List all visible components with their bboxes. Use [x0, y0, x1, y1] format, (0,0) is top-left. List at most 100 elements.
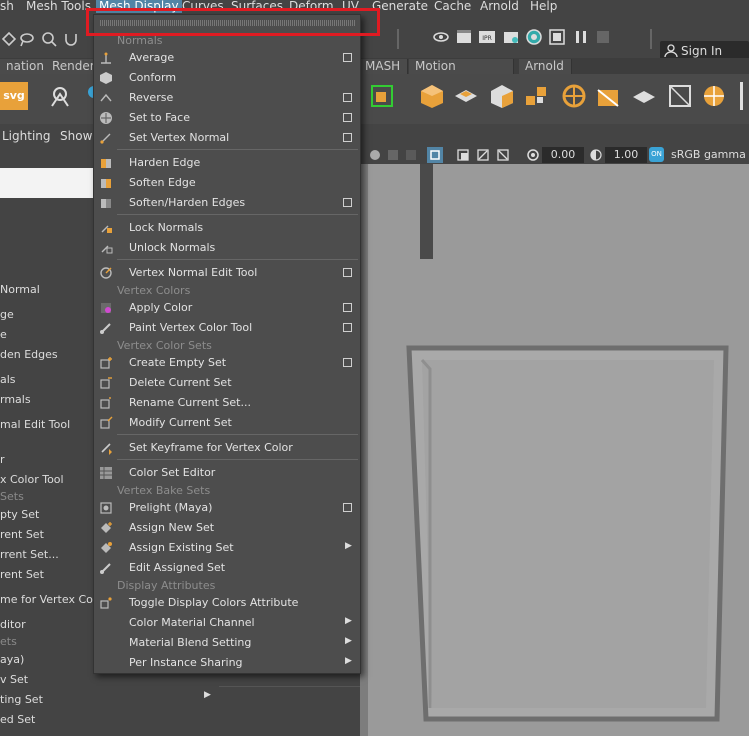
menu-item-harden-edge[interactable]: Harden Edge [94, 153, 360, 173]
list-item[interactable]: ditor [0, 618, 26, 631]
list-item[interactable]: als [0, 373, 16, 386]
panel-menu-show[interactable]: Show [60, 129, 92, 143]
menu-item-modify-current-set[interactable]: Modify Current Set [94, 413, 360, 433]
menu-mesh[interactable]: sh [0, 0, 14, 13]
search-field[interactable] [0, 168, 93, 198]
colorspace-dropdown[interactable]: sRGB gamma [671, 148, 746, 161]
menu-item-color-set-editor[interactable]: Color Set Editor [94, 463, 360, 483]
menu-item-material-blend-setting[interactable]: Material Blend Setting ▶ [94, 633, 360, 653]
sphere-grid-icon[interactable] [700, 82, 728, 110]
menu-item-soften-harden-edges[interactable]: Soften/Harden Edges [94, 193, 360, 213]
list-item[interactable]: ed Set [0, 713, 35, 726]
shelf-tab-mash[interactable]: MASH [359, 59, 408, 74]
menu-arnold[interactable]: Arnold [480, 0, 519, 13]
exposure-field[interactable]: 0.00 [542, 147, 584, 163]
menu-help[interactable]: Help [530, 0, 557, 13]
clapper-icon[interactable] [455, 28, 473, 46]
menu-cache[interactable]: Cache [434, 0, 471, 13]
option-box[interactable] [343, 323, 352, 332]
ipr-toggle-icon[interactable] [594, 28, 612, 46]
joint-icon[interactable] [46, 82, 74, 110]
wireframe-icon[interactable] [386, 148, 400, 162]
menu-mesh-tools[interactable]: Mesh Tools [26, 0, 91, 13]
list-item[interactable]: rent Set [0, 568, 44, 581]
list-item[interactable]: den Edges [0, 348, 58, 361]
xray-icon[interactable] [456, 148, 470, 162]
bounding-box-icon[interactable] [666, 82, 694, 110]
list-item[interactable]: ge [0, 308, 14, 321]
box-icon[interactable] [488, 82, 516, 110]
list-item[interactable]: Normal [0, 283, 40, 296]
isolate-select-icon[interactable] [426, 146, 444, 164]
menu-item-prelight-maya[interactable]: Prelight (Maya) [94, 498, 360, 518]
menu-item-color-material-channel[interactable]: Color Material Channel ▶ [94, 613, 360, 633]
scatter-cubes-icon[interactable] [522, 82, 550, 110]
hypershade-icon[interactable] [525, 28, 543, 46]
menu-item-lock-normals[interactable]: Lock Normals [94, 218, 360, 238]
menu-item-set-vertex-normal[interactable]: Set Vertex Normal [94, 128, 360, 148]
menu-item-rename-current-set[interactable]: Rename Current Set... [94, 393, 360, 413]
list-item[interactable]: x Color Tool [0, 473, 64, 486]
menu-item-reverse[interactable]: Reverse [94, 88, 360, 108]
panel-menu-lighting[interactable]: Lighting [2, 129, 51, 143]
list-item[interactable]: rrent Set... [0, 548, 59, 561]
menu-item-create-empty-set[interactable]: Create Empty Set [94, 353, 360, 373]
menu-item-per-instance-sharing[interactable]: Per Instance Sharing ▶ [94, 653, 360, 673]
menu-item-assign-new-set[interactable]: Assign New Set [94, 518, 360, 538]
tiles-icon[interactable] [452, 82, 480, 110]
mash-network-icon[interactable] [368, 82, 396, 110]
exposure-icon[interactable] [526, 148, 540, 162]
list-item[interactable]: pty Set [0, 508, 39, 521]
menu-item-assign-existing-set[interactable]: Assign Existing Set ▶ [94, 538, 360, 558]
ipr-render-icon[interactable]: IPR [478, 28, 496, 46]
shading-icon[interactable] [368, 148, 382, 162]
option-box[interactable] [343, 358, 352, 367]
option-box[interactable] [343, 198, 352, 207]
select-mode-icon[interactable] [0, 30, 18, 48]
option-box[interactable] [343, 268, 352, 277]
menu-item-average[interactable]: Average [94, 48, 360, 68]
list-item[interactable]: me for Vertex Color [0, 593, 107, 606]
textured-icon[interactable] [404, 148, 418, 162]
menu-item-unlock-normals[interactable]: Unlock Normals [94, 238, 360, 258]
magnet-icon[interactable] [62, 30, 80, 48]
gamma-icon[interactable] [589, 148, 603, 162]
viewport[interactable] [360, 164, 749, 736]
option-box[interactable] [343, 303, 352, 312]
option-box[interactable] [343, 503, 352, 512]
menu-item-soften-edge[interactable]: Soften Edge [94, 173, 360, 193]
radial-icon[interactable] [560, 82, 588, 110]
xray-components-icon[interactable] [496, 148, 510, 162]
svg-shelf-button[interactable]: svg [0, 82, 28, 110]
flat-tiles-icon[interactable] [630, 82, 658, 110]
list-item[interactable]: v Set [0, 673, 28, 686]
shelf-scroll-handle[interactable] [740, 82, 743, 110]
color-management-toggle[interactable]: ON [649, 147, 664, 162]
list-item[interactable]: ting Set [0, 693, 43, 706]
menu-item-edit-assigned-set[interactable]: Edit Assigned Set [94, 558, 360, 578]
menu-item-toggle-display-colors[interactable]: Toggle Display Colors Attribute [94, 593, 360, 613]
menu-item-set-keyframe-vertex-color[interactable]: Set Keyframe for Vertex Color [94, 438, 360, 458]
menu-item-vertex-normal-edit-tool[interactable]: Vertex Normal Edit Tool [94, 263, 360, 283]
render-view-icon[interactable] [548, 28, 566, 46]
list-item[interactable]: r [0, 453, 5, 466]
menu-item-paint-vertex-color-tool[interactable]: Paint Vertex Color Tool [94, 318, 360, 338]
option-box[interactable] [343, 53, 352, 62]
lasso-icon[interactable] [18, 30, 36, 48]
eye-icon[interactable] [432, 28, 450, 46]
menu-item-delete-current-set[interactable]: Delete Current Set [94, 373, 360, 393]
list-item[interactable]: rmals [0, 393, 31, 406]
menu-generate[interactable]: Generate [372, 0, 428, 13]
pause-icon[interactable] [572, 28, 590, 46]
cube-icon[interactable] [418, 82, 446, 110]
list-item[interactable]: e [0, 328, 7, 341]
option-box[interactable] [343, 93, 352, 102]
shelf-tab-motion-graphics[interactable]: Motion Graphics [409, 59, 514, 88]
menu-item-set-to-face[interactable]: Set to Face [94, 108, 360, 128]
option-box[interactable] [343, 133, 352, 142]
gamma-field[interactable]: 1.00 [605, 147, 647, 163]
plane-icon[interactable] [594, 82, 622, 110]
paint-select-icon[interactable] [40, 30, 58, 48]
list-item[interactable]: rent Set [0, 528, 44, 541]
list-item[interactable]: aya) [0, 653, 24, 666]
